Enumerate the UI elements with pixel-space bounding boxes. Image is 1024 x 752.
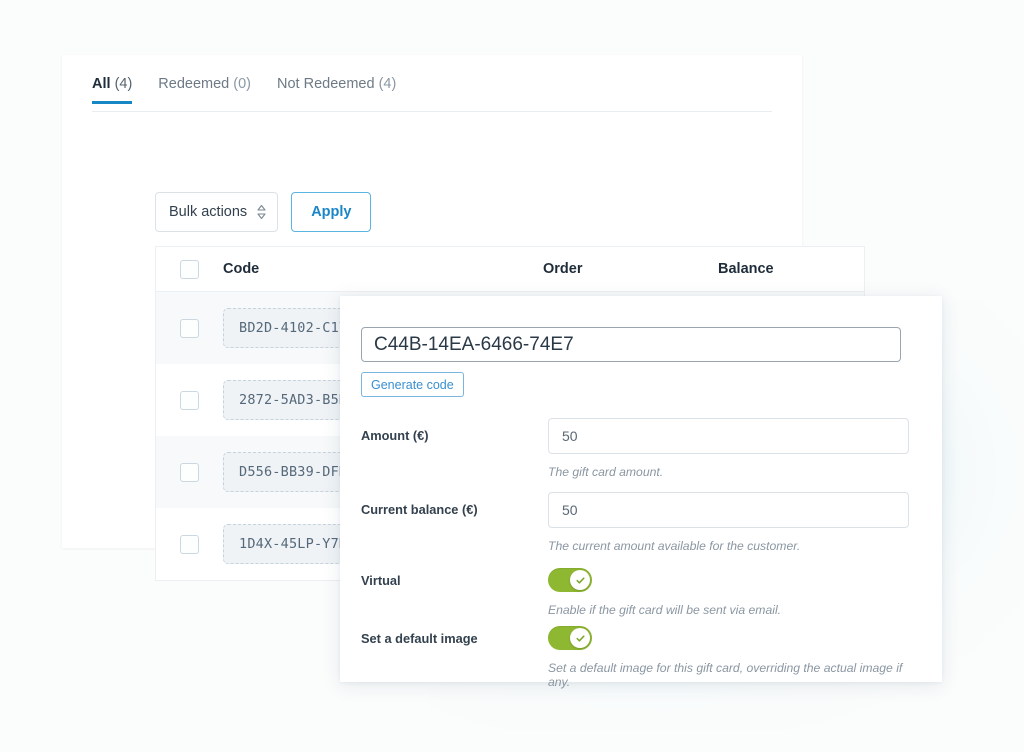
default-image-toggle[interactable]	[548, 626, 592, 650]
select-all-checkbox[interactable]	[180, 260, 199, 279]
table-header-row: Code Order Balance	[156, 247, 864, 292]
tab-not-redeemed[interactable]: Not Redeemed (4)	[277, 77, 396, 104]
current-balance-control: 50 The current amount available for the …	[548, 492, 909, 553]
row-checkbox[interactable]	[180, 391, 199, 410]
current-balance-label: Current balance (€)	[361, 502, 478, 517]
current-balance-input[interactable]: 50	[548, 492, 909, 528]
toggle-knob	[570, 628, 590, 648]
row-select-cell	[156, 391, 223, 410]
bulk-actions-select[interactable]: Bulk actions	[155, 192, 278, 232]
bulk-actions-selected-value: Bulk actions	[169, 204, 247, 220]
gift-card-code-input[interactable]: C44B-14EA-6466-74E7	[361, 327, 901, 362]
gift-card-detail-panel: C44B-14EA-6466-74E7 Generate code Amount…	[340, 296, 942, 682]
amount-label: Amount (€)	[361, 428, 429, 443]
tab-redeemed-label: Redeemed	[158, 76, 229, 92]
virtual-toggle[interactable]	[548, 568, 592, 592]
apply-button[interactable]: Apply	[291, 192, 371, 232]
default-image-control: Set a default image for this gift card, …	[548, 626, 921, 689]
virtual-hint: Enable if the gift card will be sent via…	[548, 603, 781, 617]
tab-all[interactable]: All (4)	[92, 77, 132, 104]
tab-not-redeemed-label: Not Redeemed	[277, 76, 375, 92]
amount-input[interactable]: 50	[548, 418, 909, 454]
row-select-cell	[156, 319, 223, 338]
row-select-cell	[156, 535, 223, 554]
virtual-control: Enable if the gift card will be sent via…	[548, 568, 781, 617]
row-select-cell	[156, 463, 223, 482]
toggle-knob	[570, 570, 590, 590]
default-image-label: Set a default image	[361, 631, 478, 646]
amount-control: 50 The gift card amount.	[548, 418, 909, 479]
check-icon	[575, 575, 586, 586]
virtual-label: Virtual	[361, 573, 401, 588]
column-header-order: Order	[543, 261, 718, 277]
current-balance-hint: The current amount available for the cus…	[548, 539, 909, 553]
check-icon	[575, 633, 586, 644]
column-header-balance: Balance	[718, 261, 864, 277]
tab-redeemed-count: (0)	[233, 76, 251, 92]
tab-all-count: (4)	[115, 76, 133, 92]
row-checkbox[interactable]	[180, 319, 199, 338]
tab-redeemed[interactable]: Redeemed (0)	[158, 77, 251, 104]
tab-all-label: All	[92, 76, 111, 92]
amount-hint: The gift card amount.	[548, 465, 909, 479]
row-checkbox[interactable]	[180, 535, 199, 554]
row-checkbox[interactable]	[180, 463, 199, 482]
chevron-up-down-icon	[257, 205, 266, 219]
generate-code-button[interactable]: Generate code	[361, 372, 464, 397]
status-filter-tabs: All (4) Redeemed (0) Not Redeemed (4)	[92, 77, 772, 112]
select-all-cell	[156, 260, 223, 279]
tab-not-redeemed-count: (4)	[379, 76, 397, 92]
bulk-actions-toolbar: Bulk actions Apply	[155, 192, 371, 232]
default-image-hint: Set a default image for this gift card, …	[548, 661, 921, 689]
column-header-code: Code	[223, 261, 543, 277]
